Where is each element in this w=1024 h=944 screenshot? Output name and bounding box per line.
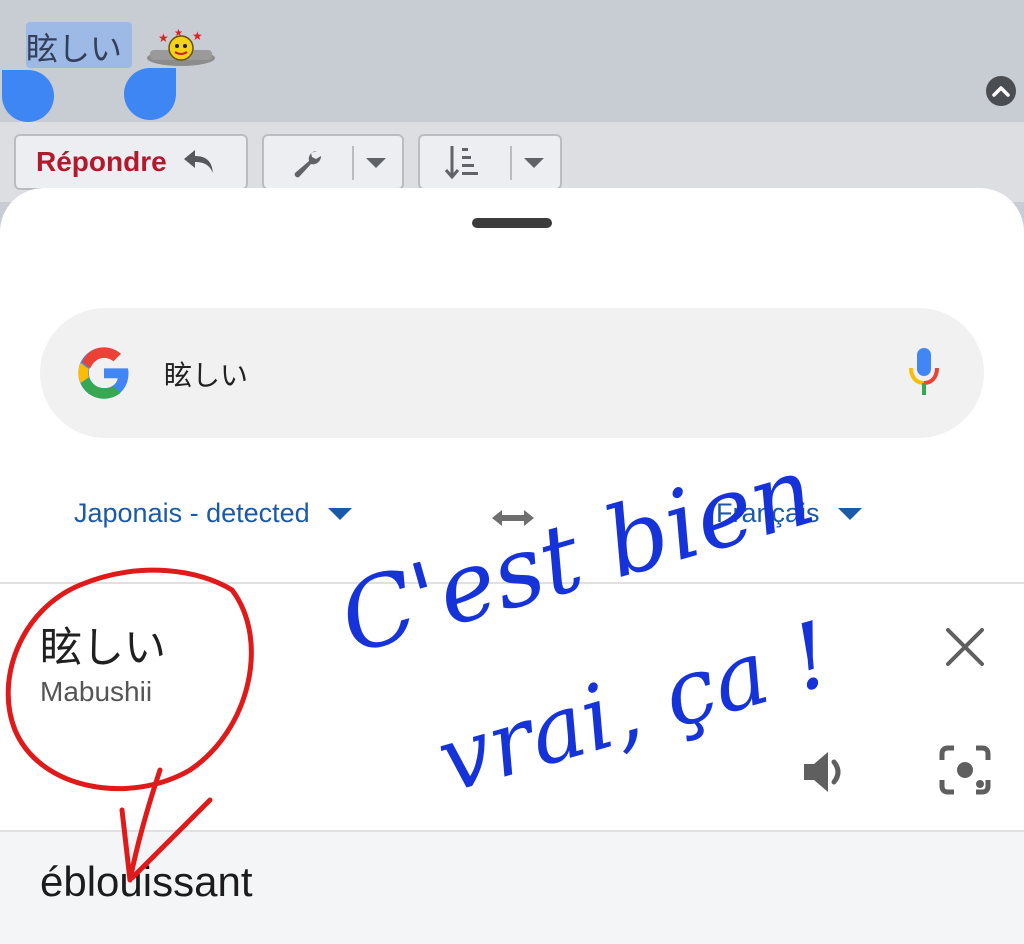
search-query: 眩しい [164,359,249,392]
speaker-icon[interactable] [800,748,852,796]
smiley-icon: ★ ★ ★ [147,28,215,66]
mic-icon[interactable] [906,346,942,398]
selected-text[interactable]: 眩しい [26,24,122,70]
lens-icon[interactable] [938,744,992,796]
source-language-label: Japonais - detected [74,498,310,528]
chevron-down-icon [837,507,862,520]
translation-result-card: éblouissant [0,830,1024,944]
chevron-down-icon [524,158,544,168]
reply-arrow-icon [183,150,213,173]
source-romanization: Mabushii [40,676,153,707]
language-selector-row: Japonais - detected Français [0,488,1024,548]
search-bar[interactable]: 眩しい [40,308,984,438]
separator [352,146,354,180]
svg-text:★: ★ [174,28,183,39]
wrench-icon [294,150,322,178]
reply-label: Répondre [36,146,167,177]
google-logo-icon [78,347,129,399]
translate-bottom-sheet: 眩しい Japonais - detected Français 眩しい Mab… [0,188,1024,944]
sheet-drag-handle[interactable] [472,218,552,228]
target-language-dropdown[interactable]: Français [716,498,862,529]
tools-dropdown[interactable] [262,134,404,190]
source-text-card: 眩しい Mabushii [0,582,1024,830]
separator [510,146,512,180]
source-language-dropdown[interactable]: Japonais - detected [74,498,352,529]
sort-icon [444,146,478,180]
source-text: 眩しい [40,623,167,672]
collapse-button[interactable] [986,76,1016,106]
chevron-up-icon [992,86,1010,97]
forum-post-area: 眩しい ★ ★ ★ [0,0,1024,122]
target-language-label: Français [716,498,820,528]
swap-icon[interactable] [488,502,538,534]
reply-button[interactable]: Répondre [14,134,248,190]
translation-text[interactable]: éblouissant [40,858,252,906]
chevron-down-icon [366,158,386,168]
sort-dropdown[interactable] [418,134,562,190]
svg-text:★: ★ [192,29,203,43]
chevron-down-icon [327,507,352,520]
selection-handle-end[interactable] [124,68,176,120]
close-icon[interactable] [944,626,986,668]
svg-text:★: ★ [158,31,169,45]
selection-handle-start[interactable] [2,70,54,122]
